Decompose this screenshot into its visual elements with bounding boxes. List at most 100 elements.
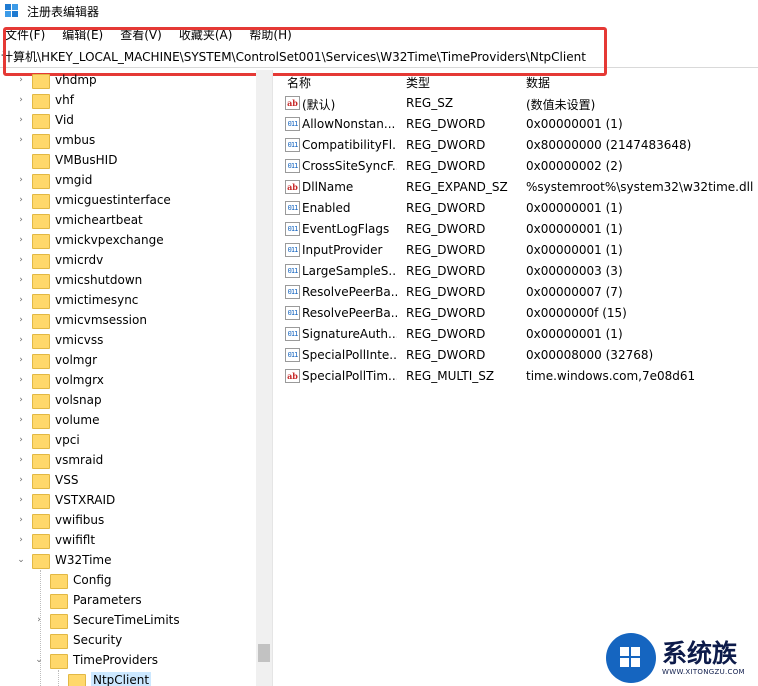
value-type: REG_SZ bbox=[406, 96, 454, 110]
chevron-down-icon[interactable]: ⌄ bbox=[34, 655, 44, 665]
value-row[interactable]: 011 AllowNonstan... REG_DWORD 0x00000001 (1… bbox=[279, 114, 758, 135]
tree-item[interactable]: ⌄ TimeProviders bbox=[34, 650, 158, 670]
value-name: InputProvider bbox=[302, 243, 383, 257]
tree-item[interactable]: › vmictimesync bbox=[16, 290, 138, 310]
chevron-right-icon[interactable]: › bbox=[16, 235, 26, 245]
value-data: 0x0000000f (15) bbox=[526, 306, 627, 320]
value-row[interactable]: 011 SpecialPollInte... REG_DWORD 0x00008000… bbox=[279, 345, 758, 366]
tree-item[interactable]: Security bbox=[34, 630, 122, 650]
tree-item[interactable]: › vmbus bbox=[16, 130, 95, 150]
tree-item[interactable]: › volmgr bbox=[16, 350, 97, 370]
tree-item[interactable]: VMBusHID bbox=[16, 150, 117, 170]
chevron-right-icon[interactable]: › bbox=[16, 135, 26, 145]
chevron-right-icon[interactable]: › bbox=[16, 495, 26, 505]
tree-item[interactable]: › vhf bbox=[16, 90, 74, 110]
tree-item[interactable]: › vmicvss bbox=[16, 330, 103, 350]
menu-file[interactable]: 文件(F) bbox=[5, 26, 45, 43]
value-row[interactable]: 011 SignatureAuth... REG_DWORD 0x00000001 (… bbox=[279, 324, 758, 345]
menu-help[interactable]: 帮助(H) bbox=[249, 26, 291, 43]
string-value-icon: ab bbox=[285, 96, 300, 110]
address-path[interactable]: 计算机\HKEY_LOCAL_MACHINE\SYSTEM\ControlSet… bbox=[0, 48, 586, 65]
folder-icon bbox=[50, 573, 68, 589]
menu-bar: 文件(F) 编辑(E) 查看(V) 收藏夹(A) 帮助(H) bbox=[0, 24, 304, 44]
tree-item[interactable]: › vmickvpexchange bbox=[16, 230, 164, 250]
chevron-right-icon[interactable]: › bbox=[16, 355, 26, 365]
value-row[interactable]: 011 LargeSampleS... REG_DWORD 0x00000003 (3… bbox=[279, 261, 758, 282]
tree-item[interactable]: › vpci bbox=[16, 430, 80, 450]
windows-logo-icon bbox=[606, 633, 656, 683]
tree-item[interactable]: › vmicheartbeat bbox=[16, 210, 143, 230]
tree-item[interactable]: › vmicvmsession bbox=[16, 310, 147, 330]
value-row[interactable]: 011 ResolvePeerBa... REG_DWORD 0x00000007 (… bbox=[279, 282, 758, 303]
column-name[interactable]: 名称 bbox=[287, 74, 311, 91]
chevron-down-icon[interactable]: ⌄ bbox=[16, 555, 26, 565]
chevron-right-icon[interactable]: › bbox=[16, 515, 26, 525]
value-row[interactable]: 011 EventLogFlags REG_DWORD 0x00000001 (1) bbox=[279, 219, 758, 240]
tree-item[interactable]: › vsmraid bbox=[16, 450, 103, 470]
tree-scrollbar-thumb[interactable] bbox=[258, 644, 270, 662]
value-row[interactable]: 011 Enabled REG_DWORD 0x00000001 (1) bbox=[279, 198, 758, 219]
chevron-right-icon[interactable]: › bbox=[34, 615, 44, 625]
chevron-right-icon[interactable]: › bbox=[16, 535, 26, 545]
value-row[interactable]: 011 ResolvePeerBa... REG_DWORD 0x0000000f (… bbox=[279, 303, 758, 324]
chevron-right-icon[interactable]: › bbox=[16, 435, 26, 445]
tree-item-label: vmicvss bbox=[55, 333, 104, 347]
value-row[interactable]: ab DllName REG_EXPAND_SZ %systemroot%\syste… bbox=[279, 177, 758, 198]
address-bar[interactable]: 计算机\HKEY_LOCAL_MACHINE\SYSTEM\ControlSet… bbox=[0, 46, 758, 68]
chevron-right-icon[interactable]: › bbox=[16, 215, 26, 225]
tree-item[interactable]: › vmicshutdown bbox=[16, 270, 142, 290]
tree-scrollbar[interactable] bbox=[256, 70, 272, 686]
no-expander bbox=[34, 575, 44, 585]
tree-item[interactable]: › vmicrdv bbox=[16, 250, 103, 270]
chevron-right-icon[interactable]: › bbox=[16, 95, 26, 105]
tree-item[interactable]: › volmgrx bbox=[16, 370, 104, 390]
chevron-right-icon[interactable]: › bbox=[16, 455, 26, 465]
column-type[interactable]: 类型 bbox=[406, 74, 430, 91]
menu-view[interactable]: 查看(V) bbox=[120, 26, 162, 43]
menu-favorites[interactable]: 收藏夹(A) bbox=[179, 26, 233, 43]
tree-item[interactable]: › Vid bbox=[16, 110, 74, 130]
tree-item-label: volsnap bbox=[55, 393, 102, 407]
chevron-right-icon[interactable]: › bbox=[16, 375, 26, 385]
tree-item[interactable]: › vwifibus bbox=[16, 510, 104, 530]
tree-item[interactable]: › VSS bbox=[16, 470, 78, 490]
chevron-right-icon[interactable]: › bbox=[16, 415, 26, 425]
value-row[interactable]: ab (默认) REG_SZ (数值未设置) bbox=[279, 93, 758, 114]
tree-item-label: VMBusHID bbox=[55, 153, 118, 167]
tree-item[interactable]: Parameters bbox=[34, 590, 142, 610]
tree-item[interactable]: ⌄ W32Time bbox=[16, 550, 112, 570]
binary-value-icon: 011 bbox=[285, 159, 300, 173]
chevron-right-icon[interactable]: › bbox=[16, 195, 26, 205]
tree-item[interactable]: NtpClient bbox=[52, 670, 152, 686]
chevron-right-icon[interactable]: › bbox=[16, 255, 26, 265]
chevron-right-icon[interactable]: › bbox=[16, 335, 26, 345]
tree-item[interactable]: › vmicguestinterface bbox=[16, 190, 171, 210]
chevron-right-icon[interactable]: › bbox=[16, 315, 26, 325]
chevron-right-icon[interactable]: › bbox=[16, 295, 26, 305]
value-row[interactable]: ab SpecialPollTim... REG_MULTI_SZ time.wind… bbox=[279, 366, 758, 387]
chevron-right-icon[interactable]: › bbox=[16, 175, 26, 185]
tree-item[interactable]: Config bbox=[34, 570, 112, 590]
chevron-right-icon[interactable]: › bbox=[16, 275, 26, 285]
value-name: CompatibilityFl... bbox=[302, 138, 397, 152]
value-data: 0x00000001 (1) bbox=[526, 201, 623, 215]
menu-edit[interactable]: 编辑(E) bbox=[62, 26, 103, 43]
tree-item[interactable]: › vhdmp bbox=[16, 70, 97, 90]
tree-item[interactable]: › vmgid bbox=[16, 170, 92, 190]
chevron-right-icon[interactable]: › bbox=[16, 115, 26, 125]
tree-item[interactable]: › SecureTimeLimits bbox=[34, 610, 180, 630]
chevron-right-icon[interactable]: › bbox=[16, 75, 26, 85]
tree-item[interactable]: › volume bbox=[16, 410, 99, 430]
tree-item[interactable]: › vwififlt bbox=[16, 530, 95, 550]
value-row[interactable]: 011 CompatibilityFl... REG_DWORD 0x80000000… bbox=[279, 135, 758, 156]
value-name: AllowNonstan... bbox=[302, 117, 396, 131]
tree-item[interactable]: › volsnap bbox=[16, 390, 102, 410]
column-data[interactable]: 数据 bbox=[526, 74, 550, 91]
value-data: time.windows.com,7e08d61 bbox=[526, 369, 696, 383]
value-row[interactable]: 011 CrossSiteSyncF... REG_DWORD 0x00000002 … bbox=[279, 156, 758, 177]
chevron-right-icon[interactable]: › bbox=[16, 395, 26, 405]
value-type: REG_DWORD bbox=[406, 306, 486, 320]
value-row[interactable]: 011 InputProvider REG_DWORD 0x00000001 (1) bbox=[279, 240, 758, 261]
chevron-right-icon[interactable]: › bbox=[16, 475, 26, 485]
tree-item[interactable]: › VSTXRAID bbox=[16, 490, 115, 510]
